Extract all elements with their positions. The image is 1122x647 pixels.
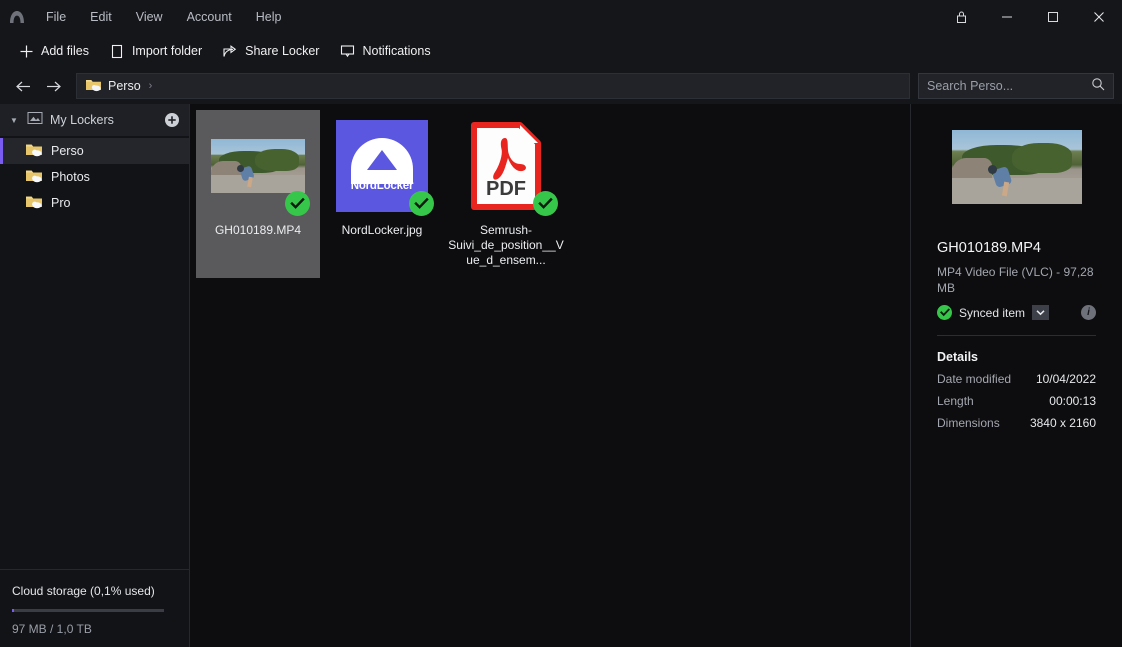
sidebar: ▼ My Lockers Perso Photos Pro Cloud stor… [0,104,190,647]
chevron-down-icon[interactable] [1032,305,1050,320]
details-panel: GH010189.MP4 MP4 Video File (VLC) - 97,2… [910,104,1122,647]
sidebar-item-pro[interactable]: Pro [0,190,189,216]
back-button[interactable] [8,73,38,99]
breadcrumb[interactable]: Perso › [76,73,910,99]
sidebar-item-perso[interactable]: Perso [0,138,189,164]
search-input[interactable] [927,79,1087,93]
notifications-button[interactable]: Notifications [329,37,440,65]
menu-bar: File Edit View Account Help [34,0,293,34]
details-value: 10/04/2022 [1035,372,1096,386]
synced-check-icon [937,305,952,320]
add-files-button[interactable]: Add files [8,37,99,65]
menu-account[interactable]: Account [175,0,244,34]
details-file-subtitle: MP4 Video File (VLC) - 97,28 MB [937,265,1094,295]
details-key: Date modified [937,372,1012,386]
add-files-label: Add files [41,44,89,58]
file-tile-image[interactable]: NordLocker NordLocker.jpg [320,110,444,278]
details-sync-row: Synced item i [937,305,1096,320]
import-folder-label: Import folder [131,44,203,58]
svg-text:PDF: PDF [486,178,526,200]
sync-status-label: Synced item [959,305,1026,320]
details-value: 00:00:13 [1049,394,1096,408]
title-bar: File Edit View Account Help [0,0,1122,34]
details-key: Dimensions [937,416,1000,430]
action-toolbar: Add files Import folder Share Locker Not… [0,34,1122,68]
locker-tree: Perso Photos Pro [0,136,189,216]
menu-help[interactable]: Help [244,0,294,34]
close-icon[interactable] [1076,0,1122,34]
import-folder-button[interactable]: Import folder [99,37,212,65]
menu-edit[interactable]: Edit [78,0,124,34]
menu-file[interactable]: File [34,0,78,34]
plus-circle-icon[interactable] [164,112,180,128]
file-name: NordLocker.jpg [341,223,423,237]
file-thumbnail: PDF [458,118,558,216]
folder-import-icon [109,43,125,59]
video-thumbnail [211,139,305,193]
nordlocker-window: File Edit View Account Help Add files Im… [0,0,1122,647]
details-file-title: GH010189.MP4 [937,240,1041,256]
plus-icon [18,43,34,59]
my-lockers-label: My Lockers [50,113,114,127]
search-box[interactable] [918,73,1114,99]
details-video-thumbnail [951,130,1082,204]
my-lockers-header[interactable]: ▼ My Lockers [0,104,189,136]
maximize-icon[interactable] [1030,0,1076,34]
file-thumbnail [210,118,310,216]
storage-progress-fill [12,609,14,612]
locker-icon [27,111,43,130]
notifications-label: Notifications [362,44,431,58]
breadcrumb-item-perso[interactable]: Perso [85,77,141,95]
details-row: Length 00:00:13 [937,394,1096,408]
nordlocker-brand-text: NordLocker [350,180,414,192]
sidebar-item-label: Pro [51,196,71,210]
navigation-bar: Perso › [0,68,1122,104]
search-icon[interactable] [1091,77,1105,96]
forward-button[interactable] [38,73,68,99]
details-divider [937,335,1096,336]
details-thumbnail-wrap [937,130,1096,204]
file-name: GH010189.MP4 [214,223,302,237]
folder-cloud-icon [85,77,102,95]
details-row: Date modified 10/04/2022 [937,372,1096,386]
details-row: Dimensions 3840 x 2160 [937,416,1096,430]
file-grid: GH010189.MP4 NordLocker NordLocker.jpg P… [196,110,910,278]
breadcrumb-separator: › [148,80,153,92]
info-icon[interactable]: i [1081,305,1096,320]
window-controls [938,0,1122,34]
chevron-down-icon[interactable]: ▼ [8,116,20,125]
breadcrumb-label: Perso [108,79,141,93]
storage-progress-bar [12,609,164,612]
share-icon [222,43,238,59]
details-section-title: Details [937,350,978,364]
details-value: 3840 x 2160 [1029,416,1096,430]
folder-cloud-icon [25,168,43,186]
file-grid-area: GH010189.MP4 NordLocker NordLocker.jpg P… [190,104,910,647]
synced-check-icon [285,191,310,216]
menu-view[interactable]: View [124,0,175,34]
sidebar-item-label: Perso [51,144,84,158]
sidebar-item-label: Photos [51,170,90,184]
minimize-icon[interactable] [984,0,1030,34]
lock-icon[interactable] [938,0,984,34]
sidebar-item-photos[interactable]: Photos [0,164,189,190]
folder-cloud-icon [25,194,43,212]
file-tile-video[interactable]: GH010189.MP4 [196,110,320,278]
pdf-icon: PDF [470,122,542,210]
share-locker-button[interactable]: Share Locker [212,37,329,65]
file-thumbnail: NordLocker [334,118,434,216]
file-tile-pdf[interactable]: PDF Semrush-Suivi_de_position__Vue_d_ens… [444,110,568,278]
cloud-storage-usage: 97 MB / 1,0 TB [12,622,92,636]
synced-check-icon [409,191,434,216]
share-locker-label: Share Locker [245,44,320,58]
file-name: Semrush-Suivi_de_position__Vue_d_ensem..… [448,223,564,267]
nordlocker-logo-icon [0,0,34,34]
cloud-storage-panel: Cloud storage (0,1% used) 97 MB / 1,0 TB [0,569,190,647]
folder-cloud-icon [25,142,43,160]
details-key: Length [937,394,974,408]
synced-check-icon [533,191,558,216]
notification-bubble-icon [339,43,355,59]
cloud-storage-title: Cloud storage (0,1% used) [12,584,155,598]
